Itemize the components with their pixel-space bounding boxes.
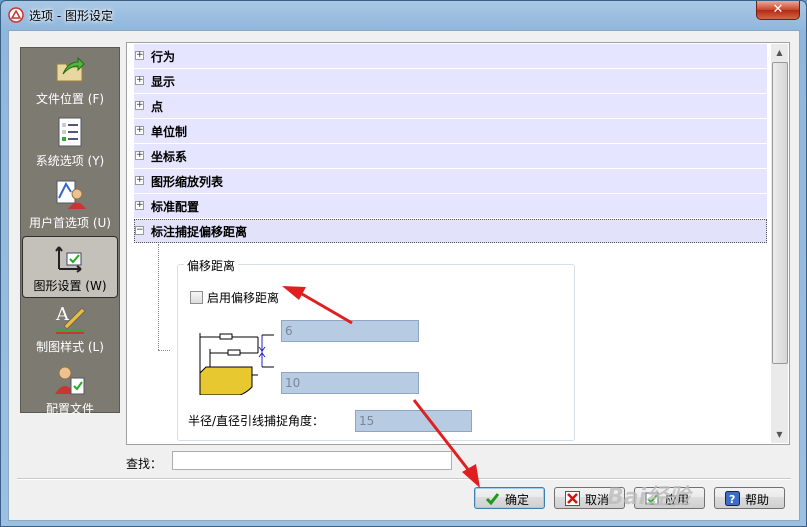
tree-node-label: 坐标系 — [151, 150, 188, 164]
scroll-up-icon[interactable]: ▲ — [771, 44, 788, 61]
checkmark-icon — [485, 493, 500, 506]
graphics-settings-icon — [55, 246, 82, 273]
nav-label: 文件位置 (F) — [35, 92, 105, 106]
cross-icon — [565, 491, 580, 506]
collapse-icon[interactable]: − — [135, 226, 144, 235]
tree-node-behavior[interactable]: + 行为 — [134, 44, 767, 68]
nav-label: 制图样式 (L) — [36, 340, 104, 354]
nav-item-system-options[interactable]: 系统选项 (Y) — [21, 112, 119, 174]
user-preference-icon — [56, 180, 86, 209]
expand-icon[interactable]: + — [135, 201, 144, 210]
checklist-icon — [58, 117, 82, 147]
drawing-style-icon: A — [55, 304, 86, 334]
dialog-window: 选项 - 图形设定 ✕ 文件位置 (F) 系统选项 (Y) 用户首选项 (U) … — [0, 0, 807, 527]
close-button[interactable]: ✕ — [756, 1, 800, 20]
title-bar[interactable]: 选项 - 图形设定 ✕ — [1, 1, 806, 29]
search-input[interactable] — [172, 451, 452, 470]
app-logo-icon — [8, 7, 24, 23]
close-icon: ✕ — [772, 2, 784, 17]
tree-node-label: 图形缩放列表 — [151, 175, 224, 189]
nav-item-user-preferences[interactable]: 用户首选项 (U) — [21, 174, 119, 236]
tree-connector — [158, 350, 170, 351]
scroll-thumb[interactable] — [772, 62, 788, 364]
nav-item-config-file[interactable]: 配置文件 — [21, 360, 119, 422]
expand-icon[interactable]: + — [135, 176, 144, 185]
tree-node-unit-system[interactable]: + 单位制 — [134, 119, 767, 143]
tree-node-display[interactable]: + 显示 — [134, 69, 767, 93]
vertical-scrollbar[interactable]: ▲ ▼ — [771, 44, 788, 443]
help-icon: ? — [725, 491, 740, 506]
config-file-icon — [55, 366, 85, 395]
watermark-text: Bai经验 — [607, 485, 691, 510]
group-title: 偏移距离 — [184, 257, 239, 274]
scroll-down-icon[interactable]: ▼ — [771, 426, 788, 443]
expand-icon[interactable]: + — [135, 101, 144, 110]
ok-button[interactable]: 确定 — [474, 487, 545, 509]
tree-node-dimension-snap-offset[interactable]: − 标注捕捉偏移距离 — [134, 219, 767, 243]
nav-item-file-location[interactable]: 文件位置 (F) — [21, 50, 119, 112]
tree-node-zoom-list[interactable]: + 图形缩放列表 — [134, 169, 767, 193]
offset-distance-group: 偏移距离 启用偏移距离 6 10 半径/直径引线捕捉角度： 15 — [177, 257, 575, 441]
nav-label: 图形设置 (W) — [33, 279, 107, 293]
tree-node-point[interactable]: + 点 — [134, 94, 767, 118]
expand-icon[interactable]: + — [135, 126, 144, 135]
tree-connector — [158, 244, 159, 350]
expand-icon[interactable]: + — [135, 151, 144, 160]
dialog-client: 文件位置 (F) 系统选项 (Y) 用户首选项 (U) 图形设置 (W) A 制… — [8, 30, 800, 521]
tree-node-label: 行为 — [151, 50, 176, 64]
snap-angle-label: 半径/直径引线捕捉角度： — [188, 414, 325, 428]
enable-offset-checkbox[interactable] — [190, 291, 203, 304]
svg-text:?: ? — [729, 493, 735, 506]
tree-node-label: 标注捕捉偏移距离 — [151, 225, 248, 239]
nav-item-graphics-settings[interactable]: 图形设置 (W) — [22, 236, 118, 298]
offset-distance-2-input[interactable]: 10 — [281, 372, 419, 394]
nav-label: 配置文件 — [45, 402, 94, 416]
search-label: 查找： — [126, 457, 163, 471]
options-nav: 文件位置 (F) 系统选项 (Y) 用户首选项 (U) 图形设置 (W) A 制… — [20, 47, 120, 416]
tree-node-label: 单位制 — [151, 125, 188, 139]
settings-tree-panel: + 行为 + 显示 + 点 + 单位制 + 坐标系 + 图形缩放列表 + 标准配… — [126, 42, 790, 445]
tree-node-label: 显示 — [151, 75, 176, 89]
expand-icon[interactable]: + — [135, 51, 144, 60]
expand-icon[interactable]: + — [135, 76, 144, 85]
offset-diagram — [199, 333, 274, 395]
nav-label: 系统选项 (Y) — [35, 154, 105, 168]
tree-node-label: 点 — [151, 100, 164, 114]
folder-arrow-icon — [56, 56, 85, 82]
offset-distance-1-input[interactable]: 6 — [281, 320, 419, 342]
help-button[interactable]: ? 帮助 — [714, 487, 785, 509]
snap-angle-input[interactable]: 15 — [355, 410, 472, 432]
nav-label: 用户首选项 (U) — [29, 216, 111, 230]
window-title: 选项 - 图形设定 — [29, 9, 113, 23]
tree-node-label: 标准配置 — [151, 200, 200, 214]
nav-item-drawing-style[interactable]: A 制图样式 (L) — [21, 298, 119, 360]
enable-offset-label[interactable]: 启用偏移距离 — [207, 289, 279, 306]
tree-node-coordinate-system[interactable]: + 坐标系 — [134, 144, 767, 168]
tree-node-standard-config[interactable]: + 标准配置 — [134, 194, 767, 218]
